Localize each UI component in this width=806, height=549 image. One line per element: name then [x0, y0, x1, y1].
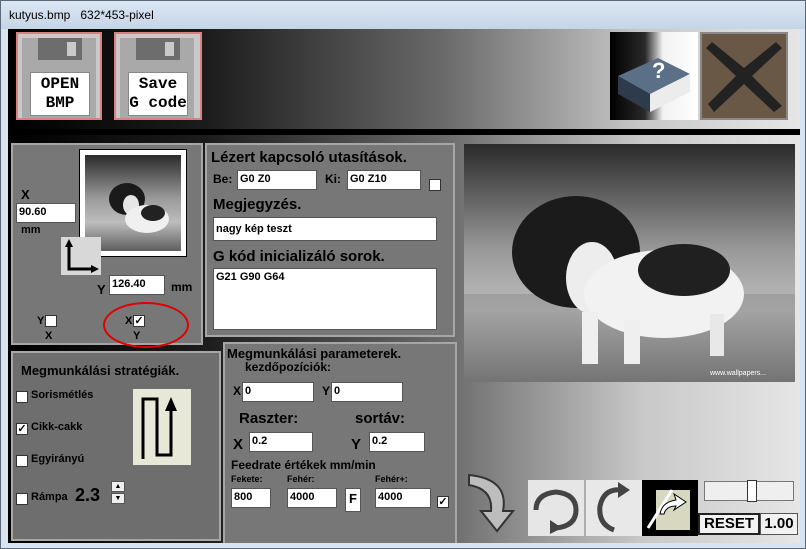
start-x-input[interactable]: 0: [242, 382, 314, 402]
y-label: Y: [97, 282, 106, 297]
params-title: Megmunkálási parameterek.: [227, 346, 402, 361]
rotate-cw-button[interactable]: [586, 480, 642, 536]
be-label: Be:: [213, 172, 233, 186]
init-textarea[interactable]: G21 G90 G64: [213, 268, 437, 330]
slider-thumb[interactable]: [747, 480, 757, 502]
whiteplus-checkbox[interactable]: ✓: [437, 496, 449, 508]
reset-button[interactable]: RESET: [698, 513, 760, 535]
floppy-icon: Save G code: [120, 38, 194, 118]
rotate-ccw-button[interactable]: [528, 480, 584, 536]
laser-title: Lézert kapcsoló utasítások.: [211, 149, 407, 166]
ki-label: Ki:: [325, 172, 341, 186]
x-unit: mm: [21, 224, 41, 236]
strategy-label: Egyirányú: [31, 453, 85, 465]
mirror-y-label: Y: [37, 315, 45, 327]
close-icon: [702, 34, 786, 118]
note-input[interactable]: nagy kép teszt: [213, 217, 437, 241]
window-title: kutyus.bmp 632*453-pixel: [9, 8, 154, 22]
highlight-circle: [103, 302, 189, 348]
y-unit: mm: [171, 280, 193, 294]
save-gcode-button[interactable]: Save G code: [114, 32, 202, 120]
spin-down-icon: ▼: [111, 493, 125, 504]
laser-on-input[interactable]: G0 Z0: [237, 170, 317, 190]
y-size-input[interactable]: 126.40: [109, 275, 165, 295]
zoom-slider[interactable]: [704, 480, 794, 502]
laser-panel: Lézert kapcsoló utasítások. Be: G0 Z0 Ki…: [205, 143, 455, 337]
separator: [8, 129, 800, 135]
strategy-label: Sorismétlés: [31, 389, 94, 401]
curved-arrow-down-icon: [468, 473, 516, 533]
start-y-input[interactable]: 0: [331, 382, 403, 402]
params-panel: Megmunkálási parameterek. kezdőpozíciók:…: [223, 342, 457, 543]
feed-title: Feedrate értékek mm/min: [231, 458, 376, 472]
start-title: kezdőpozíciók:: [245, 360, 332, 374]
laser-checkbox[interactable]: [429, 179, 441, 191]
client-area: OPEN BMP Save G code ? X 90.60 mm Y 126.…: [8, 29, 800, 543]
image-watermark: www.wallpapers...: [710, 370, 767, 377]
zoom-value: 1.00: [760, 513, 798, 535]
flip-arrows-icon: [646, 489, 690, 530]
laser-off-input[interactable]: G0 Z10: [347, 170, 421, 190]
mirror-y-sub: X: [45, 330, 53, 342]
raster-x-input[interactable]: 0.2: [249, 432, 313, 452]
rotate-ccw-icon: [533, 489, 579, 534]
help-book-icon: ?: [618, 58, 690, 112]
strategies-title: Megmunkálási stratégiák.: [21, 363, 180, 378]
app-window: kutyus.bmp 632*453-pixel OPEN BMP Save G…: [0, 0, 806, 549]
strategy-checkbox[interactable]: ✓: [16, 423, 28, 435]
open-bmp-label: OPEN BMP: [30, 72, 90, 116]
raster-y-input[interactable]: 0.2: [369, 432, 425, 452]
strategy-label: Cikk-cakk: [31, 421, 83, 433]
start-x-label: X: [233, 384, 242, 398]
position-panel: X 90.60 mm Y 126.40 mm Y X X ✓ Y: [11, 143, 203, 348]
whiteplus-feed-input[interactable]: 4000: [375, 488, 431, 508]
save-gcode-label: Save G code: [128, 72, 188, 116]
axis-origin-icon: [61, 237, 101, 275]
raster-y-label: Y: [351, 436, 362, 453]
x-size-input[interactable]: 90.60: [16, 203, 76, 223]
f-button[interactable]: F: [345, 488, 361, 512]
ramp-spinner[interactable]: ▲ ▼: [111, 481, 125, 505]
white-label: Fehér:: [287, 474, 315, 484]
floppy-icon: OPEN BMP: [22, 38, 96, 118]
svg-text:?: ?: [652, 58, 665, 83]
flip-button[interactable]: [642, 480, 698, 536]
row-label: sortáv:: [355, 410, 406, 427]
strategy-checkbox[interactable]: [16, 455, 28, 467]
main-image: www.wallpapers...: [464, 144, 795, 382]
strategy-label: Rámpa: [31, 491, 68, 503]
white-feed-input[interactable]: 4000: [287, 488, 337, 508]
strategy-checkbox[interactable]: [16, 391, 28, 403]
raster-x-label: X: [233, 436, 244, 453]
help-button[interactable]: ?: [610, 32, 698, 120]
start-y-label: Y: [322, 384, 331, 398]
exit-button[interactable]: [700, 32, 788, 120]
title-bar: kutyus.bmp 632*453-pixel: [1, 1, 805, 29]
spin-up-icon: ▲: [111, 481, 125, 492]
mirror-y-checkbox[interactable]: [45, 315, 57, 327]
rotate-down-button[interactable]: [463, 469, 519, 535]
open-bmp-button[interactable]: OPEN BMP: [16, 32, 102, 120]
rotate-cw-icon: [597, 482, 630, 533]
black-feed-input[interactable]: 800: [231, 488, 271, 508]
x-label: X: [21, 187, 30, 202]
note-title: Megjegyzés.: [213, 196, 302, 213]
black-label: Fekete:: [231, 474, 263, 484]
strategy-checkbox[interactable]: [16, 493, 28, 505]
raster-label: Raszter:: [239, 410, 299, 427]
strategies-panel: Megmunkálási stratégiák. Sorismétlés ✓ C…: [11, 351, 221, 541]
whiteplus-label: Fehér+:: [375, 474, 408, 484]
zigzag-pattern-icon: [133, 389, 191, 465]
init-title: G kód inicializáló sorok.: [213, 248, 385, 265]
ramp-value[interactable]: 2.3: [75, 485, 100, 506]
